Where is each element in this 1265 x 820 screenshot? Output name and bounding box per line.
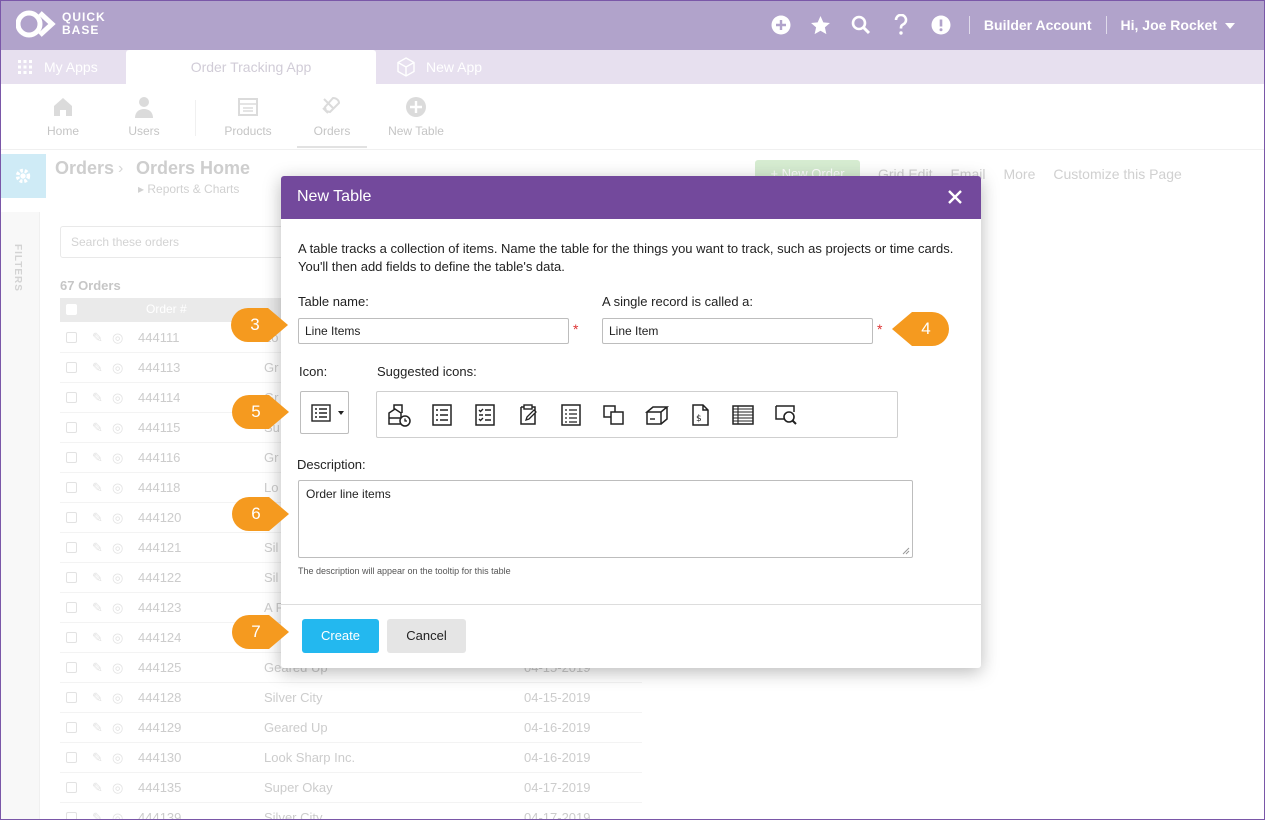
callout-number: 5 — [251, 402, 261, 421]
callout-5: 5 — [230, 393, 292, 431]
buildings-clock-icon[interactable] — [386, 402, 412, 428]
svg-text:$: $ — [696, 414, 702, 424]
callout-number: 6 — [251, 504, 261, 523]
list-icon[interactable] — [558, 402, 584, 428]
record-name-label: A single record is called a: — [602, 294, 754, 309]
description-textarea[interactable]: Order line items — [298, 480, 913, 558]
callout-number: 3 — [250, 315, 260, 334]
cancel-button[interactable]: Cancel — [387, 619, 466, 653]
callout-6: 6 — [230, 495, 292, 533]
callout-4: 4 — [889, 310, 951, 348]
checkbox-list-icon[interactable] — [472, 402, 498, 428]
table-name-label: Table name: — [298, 294, 369, 309]
callout-number: 7 — [251, 622, 261, 641]
resize-handle-icon[interactable] — [902, 547, 910, 555]
table-name-input[interactable]: Line Items — [298, 318, 569, 344]
dialog-header: New Table — [281, 176, 981, 219]
dialog-title: New Table — [297, 188, 372, 205]
dialog-footer-divider — [281, 604, 981, 605]
new-table-dialog: New Table A table tracks a collection of… — [281, 176, 981, 668]
dialog-intro: A table tracks a collection of items. Na… — [298, 241, 954, 274]
ledger-icon[interactable] — [730, 402, 756, 428]
description-text: Order line items — [306, 487, 391, 501]
chevron-down-icon — [338, 411, 344, 415]
icon-picker-dropdown[interactable] — [300, 391, 349, 434]
checklist-icon[interactable] — [429, 402, 455, 428]
callout-7: 7 — [230, 613, 292, 651]
invoice-icon[interactable]: $ — [687, 402, 713, 428]
clipboard-edit-icon[interactable] — [515, 402, 541, 428]
copy-icon[interactable] — [601, 402, 627, 428]
close-icon[interactable] — [945, 187, 965, 207]
record-name-input[interactable]: Line Item — [602, 318, 873, 344]
callout-number: 4 — [921, 319, 931, 338]
suggested-icons-label: Suggested icons: — [377, 364, 477, 379]
description-label: Description: — [297, 457, 366, 472]
icon-label: Icon: — [299, 364, 328, 379]
description-hint: The description will appear on the toolt… — [298, 566, 511, 576]
required-marker: * — [573, 321, 579, 337]
create-button[interactable]: Create — [302, 619, 379, 653]
list-icon — [311, 404, 331, 422]
magnifier-screen-icon[interactable] — [773, 402, 799, 428]
box-icon[interactable] — [644, 402, 670, 428]
required-marker: * — [877, 321, 883, 337]
suggested-icons-panel: $ — [376, 391, 898, 438]
callout-3: 3 — [229, 306, 291, 344]
